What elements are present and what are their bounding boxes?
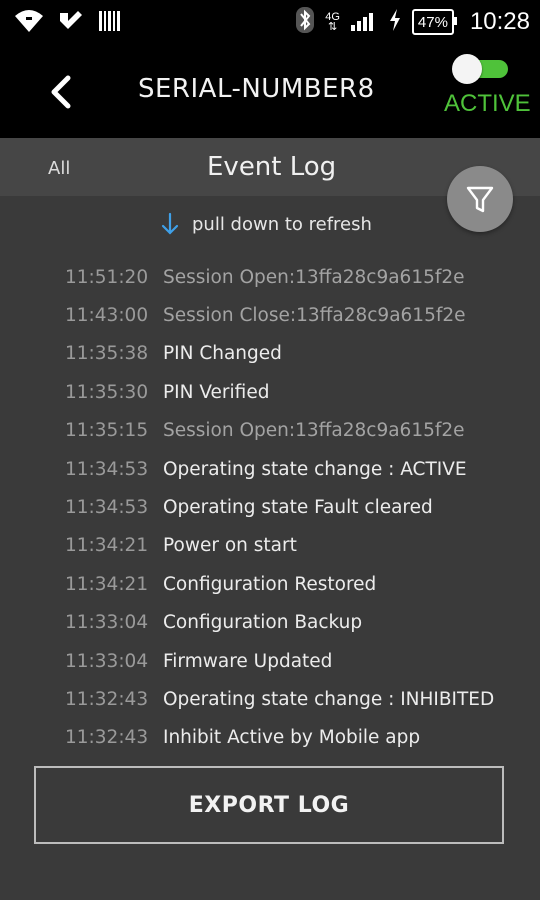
charging-icon xyxy=(388,8,402,36)
event-message: Operating state Fault cleared xyxy=(163,497,433,519)
event-time: 11:34:53 xyxy=(65,497,149,519)
list-item: 11:35:15 Session Open:13ffa28c9a615f2e xyxy=(0,412,540,450)
list-item: 11:34:53 Operating state Fault cleared xyxy=(0,488,540,526)
active-toggle[interactable] xyxy=(452,54,508,84)
event-message: Inhibit Active by Mobile app xyxy=(163,727,421,749)
chevron-left-icon xyxy=(51,75,71,109)
app-bar: SERIAL-NUMBER8 ACTIVE xyxy=(0,46,540,138)
event-time: 11:34:21 xyxy=(65,573,149,595)
event-log-list[interactable]: 11:51:20 Session Open:13ffa28c9a615f2e 11… xyxy=(0,258,540,757)
back-button[interactable] xyxy=(40,72,80,112)
event-time: 11:33:04 xyxy=(65,612,149,634)
event-message: Operating state change : ACTIVE xyxy=(163,458,467,480)
refresh-hint-text: pull down to refresh xyxy=(192,213,372,235)
list-item: 11:34:21 Configuration Restored xyxy=(0,565,540,603)
list-item: 11:33:04 Configuration Backup xyxy=(0,604,540,642)
event-message: Session Open:13ffa28c9a615f2e xyxy=(163,266,465,288)
event-time: 11:32:43 xyxy=(65,727,149,749)
event-time: 11:35:30 xyxy=(65,381,149,403)
event-time: 11:34:53 xyxy=(65,458,149,480)
export-log-button[interactable]: EXPORT LOG xyxy=(34,766,504,844)
list-item: 11:43:00 Session Close:13ffa28c9a615f2e xyxy=(0,296,540,334)
pull-to-refresh-hint: pull down to refresh xyxy=(160,212,372,236)
toggle-knob xyxy=(452,54,482,84)
network-type: 4G ⇅ xyxy=(325,12,340,33)
event-time: 11:32:43 xyxy=(65,688,149,710)
list-item: 11:32:43 Operating state change : INHIBIT… xyxy=(0,680,540,718)
list-item: 11:34:53 Operating state change : ACTIVE xyxy=(0,450,540,488)
event-time: 11:51:20 xyxy=(65,266,149,288)
event-message: Power on start xyxy=(163,535,297,557)
filter-all-label[interactable]: All xyxy=(48,158,70,179)
list-item: 11:35:38 PIN Changed xyxy=(0,335,540,373)
event-message: PIN Verified xyxy=(163,381,270,403)
status-bar: 4G ⇅ 47% 10:28 xyxy=(0,0,540,46)
list-item: 11:34:21 Power on start xyxy=(0,527,540,565)
filter-icon xyxy=(466,186,494,213)
check-notification-icon xyxy=(58,9,84,37)
barcode-icon xyxy=(98,9,122,37)
event-time: 11:43:00 xyxy=(65,305,149,327)
event-time: 11:34:21 xyxy=(65,535,149,557)
wifi-icon xyxy=(14,8,44,38)
event-time: 11:35:15 xyxy=(65,420,149,442)
event-message: Operating state change : INHIBITED xyxy=(163,688,495,710)
status-clock: 10:28 xyxy=(469,8,530,35)
list-item: 11:51:20 Session Open:13ffa28c9a615f2e xyxy=(0,258,540,296)
event-message: Configuration Restored xyxy=(163,573,377,595)
bluetooth-icon xyxy=(295,6,315,38)
event-message: Configuration Backup xyxy=(163,612,363,634)
device-title: SERIAL-NUMBER8 xyxy=(138,74,375,104)
filter-button[interactable] xyxy=(447,166,513,232)
data-arrows-icon: ⇅ xyxy=(327,21,338,33)
battery-indicator: 47% xyxy=(411,9,457,35)
event-time: 11:35:38 xyxy=(65,343,149,365)
page-title: Event Log xyxy=(207,152,337,182)
event-time: 11:33:04 xyxy=(65,650,149,672)
active-status-label: ACTIVE xyxy=(444,90,531,117)
list-item: 11:35:30 PIN Verified xyxy=(0,373,540,411)
list-item: 11:32:43 Inhibit Active by Mobile app xyxy=(0,719,540,757)
event-message: Session Close:13ffa28c9a615f2e xyxy=(163,305,466,327)
event-message: Firmware Updated xyxy=(163,650,333,672)
signal-icon xyxy=(350,8,378,36)
event-message: PIN Changed xyxy=(163,343,282,365)
arrow-down-icon xyxy=(161,212,179,235)
event-message: Session Open:13ffa28c9a615f2e xyxy=(163,420,465,442)
list-item: 11:33:04 Firmware Updated xyxy=(0,642,540,680)
